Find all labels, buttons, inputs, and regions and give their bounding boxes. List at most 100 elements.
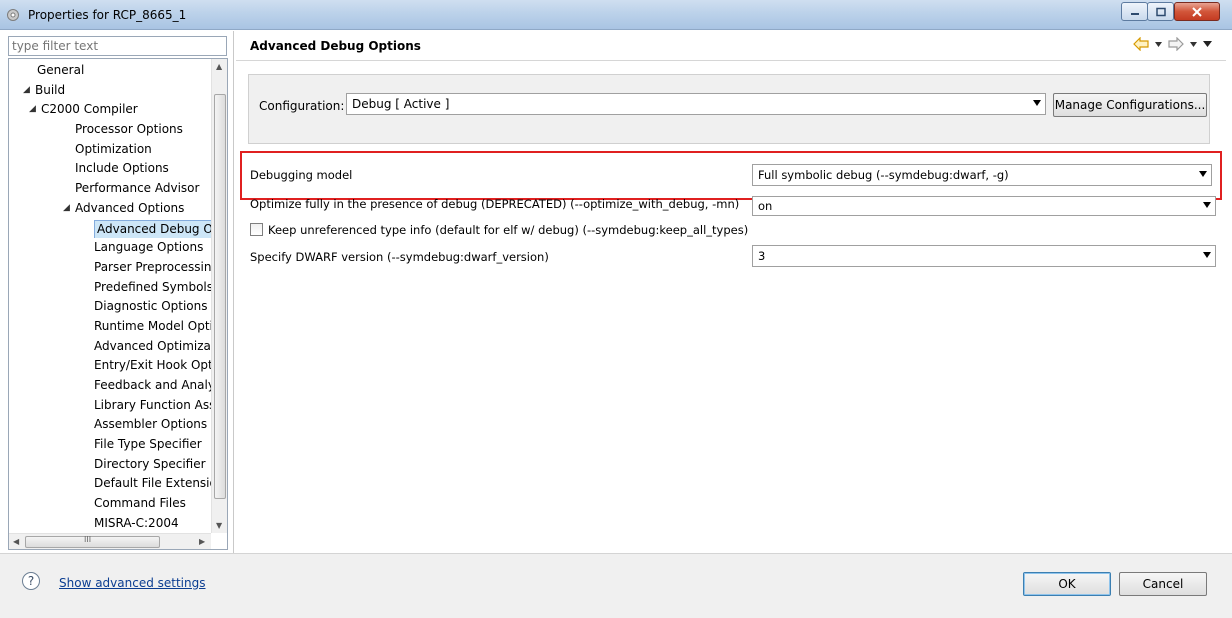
expand-triangle-icon[interactable]: ◢	[63, 199, 70, 219]
configuration-label: Configuration:	[259, 99, 345, 113]
keep-types-checkbox[interactable]	[250, 223, 263, 236]
tree-item-label: Command Files	[94, 496, 186, 511]
option-optimize-with-debug: Optimize fully in the presence of debug …	[250, 194, 1220, 216]
option-debugging-model: Debugging model Full symbolic debug (--s…	[250, 164, 1220, 186]
tree-item[interactable]: ◢ C2000 Compiler	[9, 100, 211, 120]
dialog-footer: ? Show advanced settings OK Cancel	[0, 553, 1232, 618]
page-header: Advanced Debug Options	[236, 31, 1226, 61]
scroll-grip: III	[84, 535, 92, 544]
tree-item-label: MISRA-C:2004	[94, 515, 179, 530]
tree-item[interactable]: Runtime Model Opti	[9, 317, 211, 337]
tree-item[interactable]: Feedback and Analy	[9, 376, 211, 396]
forward-arrow-icon[interactable]	[1168, 37, 1184, 51]
expand-triangle-icon[interactable]: ◢	[29, 100, 36, 120]
tree-item[interactable]: Include Options	[9, 159, 211, 179]
debugging-model-label: Debugging model	[250, 168, 353, 182]
tree-item-label: Optimization	[75, 141, 152, 156]
tree-item[interactable]: Default File Extensio	[9, 474, 211, 494]
tree-item-label: Performance Advisor	[75, 181, 200, 196]
minimize-button[interactable]	[1121, 2, 1148, 21]
chevron-down-icon	[1199, 171, 1207, 177]
tree-item[interactable]: Advanced Optimizat	[9, 337, 211, 357]
optimize-value: on	[758, 199, 773, 213]
minimize-icon	[1130, 12, 1139, 15]
scroll-thumb[interactable]	[214, 94, 226, 499]
tree-item[interactable]: ◢ Build	[9, 81, 211, 101]
chevron-down-icon	[1203, 202, 1211, 208]
tree-item-label: Directory Specifier	[94, 456, 206, 471]
tree-item-label: File Type Specifier	[94, 437, 202, 452]
chevron-down-icon	[1203, 252, 1211, 258]
close-button[interactable]	[1174, 2, 1220, 21]
configuration-group: Configuration: Debug [ Active ] Manage C…	[248, 74, 1210, 144]
tree-item-label: Advanced Debug Op	[94, 219, 211, 239]
tree-item[interactable]: Parser Preprocessin	[9, 258, 211, 278]
tree-item-label: Runtime Model Opti	[94, 318, 211, 333]
navigation-panel: General ◢ Build ◢ C2000 Compiler Processor Op…	[0, 31, 234, 553]
page-title: Advanced Debug Options	[250, 39, 421, 53]
keep-types-label: Keep unreferenced type info (default for…	[268, 223, 749, 237]
tree-item-label: Advanced Optimizat	[94, 338, 211, 353]
tree-item[interactable]: Directory Specifier	[9, 455, 211, 475]
tree-item-label: Diagnostic Options	[94, 299, 208, 314]
close-icon	[1192, 6, 1202, 17]
show-advanced-settings-link[interactable]: Show advanced settings	[59, 576, 206, 590]
filter-input[interactable]	[8, 36, 227, 56]
tree-item[interactable]: Predefined Symbols	[9, 278, 211, 298]
chevron-down-icon[interactable]	[1155, 41, 1162, 47]
manage-configurations-button[interactable]: Manage Configurations...	[1053, 93, 1207, 117]
dwarf-version-select[interactable]: 3	[752, 245, 1216, 267]
scroll-left-icon[interactable]: ◀	[13, 537, 19, 546]
chevron-down-icon[interactable]	[1190, 41, 1197, 47]
tree-items: General ◢ Build ◢ C2000 Compiler Processor Op…	[9, 61, 211, 534]
debugging-model-value: Full symbolic debug (--symdebug:dwarf, -…	[758, 168, 1009, 182]
scroll-thumb-horizontal[interactable]: III	[25, 535, 160, 548]
back-arrow-icon[interactable]	[1133, 37, 1149, 51]
tree-item[interactable]: ◢ Advanced Options	[9, 199, 211, 219]
tree-item[interactable]: Entry/Exit Hook Opti	[9, 356, 211, 376]
title-bar[interactable]: Properties for RCP_8665_1	[0, 0, 1232, 30]
tree-item-label: Default File Extensio	[94, 476, 211, 491]
debugging-model-select[interactable]: Full symbolic debug (--symdebug:dwarf, -…	[752, 164, 1212, 186]
dwarf-version-value: 3	[758, 249, 766, 263]
tree-item[interactable]: MISRA-C:2004	[9, 514, 211, 534]
help-icon[interactable]: ?	[22, 572, 40, 590]
property-tree[interactable]: General ◢ Build ◢ C2000 Compiler Processor Op…	[8, 58, 228, 550]
tree-item[interactable]: Assembler Options	[9, 415, 211, 435]
tree-item-label: Assembler Options	[94, 417, 208, 432]
tree-item[interactable]: Processor Options	[9, 120, 211, 140]
tree-horizontal-scrollbar[interactable]: ◀ III ▶	[9, 533, 211, 549]
tree-item[interactable]: Advanced Debug Op	[9, 219, 211, 239]
history-nav	[1133, 37, 1212, 51]
tree-item[interactable]: Library Function Ass	[9, 396, 211, 416]
expand-triangle-icon[interactable]: ◢	[23, 81, 30, 101]
view-menu-icon[interactable]	[1203, 41, 1212, 47]
tree-item-label: Feedback and Analy	[94, 378, 211, 392]
optimize-select[interactable]: on	[752, 196, 1216, 216]
tree-item[interactable]: Diagnostic Options	[9, 297, 211, 317]
tree-item[interactable]: Language Options	[9, 238, 211, 258]
option-dwarf-version: Specify DWARF version (--symdebug:dwarf_…	[250, 245, 1220, 267]
tree-item[interactable]: Optimization	[9, 140, 211, 160]
tree-item-label: Parser Preprocessin	[94, 259, 211, 274]
properties-page: Advanced Debug Options Configuration: De…	[236, 31, 1226, 553]
tree-item-label: Advanced Options	[75, 200, 185, 215]
option-keep-types: Keep unreferenced type info (default for…	[250, 220, 850, 242]
tree-item[interactable]: General	[9, 61, 211, 81]
ok-button[interactable]: OK	[1023, 572, 1111, 596]
scroll-right-icon[interactable]: ▶	[199, 537, 205, 546]
tree-item-label: Predefined Symbols	[94, 279, 211, 294]
scroll-up-icon[interactable]: ▲	[216, 62, 222, 71]
tree-item[interactable]: Performance Advisor	[9, 179, 211, 199]
maximize-icon	[1155, 7, 1166, 16]
cancel-button[interactable]: Cancel	[1119, 572, 1207, 596]
tree-item[interactable]: Command Files	[9, 494, 211, 514]
gear-icon	[7, 9, 19, 21]
scroll-down-icon[interactable]: ▼	[216, 521, 222, 530]
configuration-select[interactable]: Debug [ Active ]	[346, 93, 1046, 115]
tree-item[interactable]: File Type Specifier	[9, 435, 211, 455]
tree-vertical-scrollbar[interactable]: ▲ ▼	[211, 59, 227, 533]
maximize-button[interactable]	[1147, 2, 1174, 21]
tree-item-label: Processor Options	[75, 122, 183, 137]
window-title: Properties for RCP_8665_1	[28, 8, 187, 22]
